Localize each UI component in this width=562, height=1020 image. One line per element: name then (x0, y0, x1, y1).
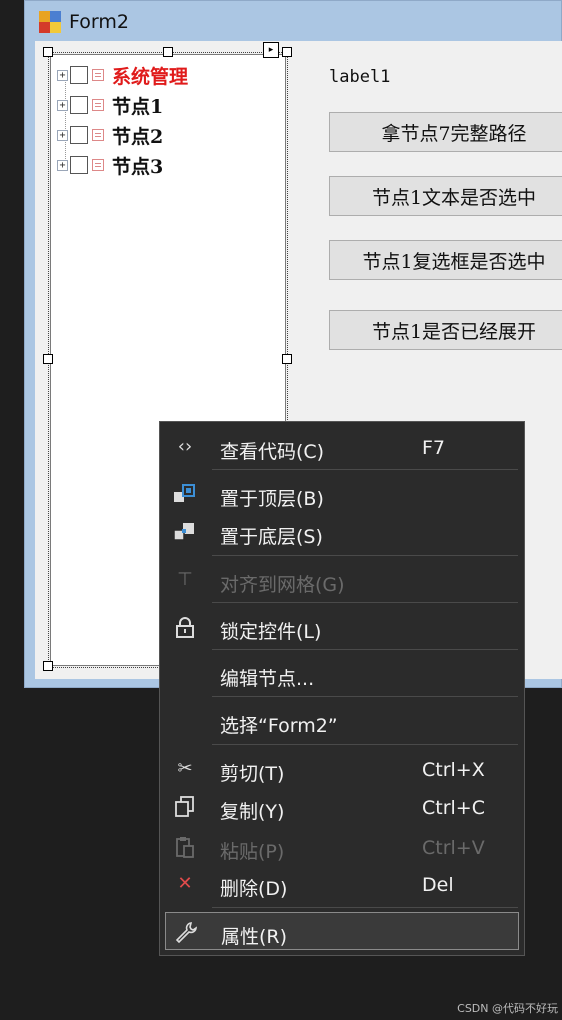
menu-item-bring-to-front[interactable]: 置于顶层(B) (160, 475, 524, 513)
resize-handle-bottom-left[interactable] (43, 661, 53, 671)
menu-item-copy[interactable]: 复制(Y) Ctrl+C (160, 788, 524, 826)
copy-icon (172, 796, 198, 818)
menu-item-shortcut: Ctrl+X (422, 759, 485, 781)
menu-separator (212, 744, 518, 745)
menu-item-shortcut: F7 (422, 437, 446, 459)
menu-item-send-to-back[interactable]: 置于底层(S) (160, 513, 524, 551)
expand-icon[interactable]: + (57, 69, 68, 81)
node-checkbox[interactable] (70, 66, 88, 84)
tree-node-label: 节点1 (112, 95, 164, 118)
resize-handle-top-right[interactable] (282, 47, 292, 57)
scissors-icon: ✂ (177, 758, 193, 779)
node1-expanded-button[interactable]: 节点1是否已经展开 (329, 310, 562, 350)
menu-item-label: 删除(D) (220, 878, 288, 900)
smart-tag-icon[interactable]: ▸ (263, 42, 279, 58)
node-document-icon (92, 69, 104, 81)
menu-item-shortcut: Ctrl+C (422, 797, 485, 819)
node-document-icon (92, 129, 104, 141)
menu-item-label: 查看代码(C) (220, 441, 325, 463)
menu-item-shortcut: Ctrl+V (422, 837, 485, 859)
menu-item-view-code[interactable]: ‹› 查看代码(C) F7 (160, 428, 524, 466)
delete-icon: ✕ (177, 873, 193, 894)
resize-handle-left[interactable] (43, 354, 53, 364)
node-checkbox[interactable] (70, 156, 88, 174)
menu-item-label: 剪切(T) (220, 763, 285, 785)
menu-separator (212, 696, 518, 697)
menu-separator (212, 555, 518, 556)
menu-item-shortcut: Del (422, 874, 454, 896)
bring-to-front-icon (172, 483, 198, 505)
node1-text-selected-button[interactable]: 节点1文本是否选中 (329, 176, 562, 216)
tree-node-label: 系统管理 (112, 65, 189, 88)
get-node7-path-button[interactable]: 拿节点7完整路径 (329, 112, 562, 152)
menu-separator (212, 602, 518, 603)
expand-icon[interactable]: + (57, 129, 68, 141)
align-to-grid-icon: ⊤ (177, 569, 193, 590)
menu-item-label: 置于顶层(B) (220, 488, 324, 510)
app-icon (39, 11, 61, 33)
menu-item-align-to-grid: ⊤ 对齐到网格(G) (160, 561, 524, 599)
menu-item-label: 置于底层(S) (220, 526, 323, 548)
resize-handle-right[interactable] (282, 354, 292, 364)
menu-item-paste: 粘贴(P) Ctrl+V (160, 828, 524, 866)
tree-node-1[interactable]: + 节点1 (57, 91, 163, 119)
menu-item-properties[interactable]: 属性(R) (165, 912, 519, 950)
tree-node-3[interactable]: + 节点3 (57, 151, 163, 179)
menu-item-cut[interactable]: ✂ 剪切(T) Ctrl+X (160, 750, 524, 788)
node1-checkbox-checked-button[interactable]: 节点1复选框是否选中 (329, 240, 562, 280)
tree-node-label: 节点2 (112, 125, 164, 148)
code-icon: ‹› (177, 436, 193, 457)
menu-separator (212, 907, 518, 908)
node-document-icon (92, 159, 104, 171)
menu-separator (212, 469, 518, 470)
menu-item-label: 选择“Form2” (220, 715, 338, 737)
expand-icon[interactable]: + (57, 99, 68, 111)
title-bar[interactable]: Form2 (25, 1, 561, 41)
menu-item-label: 锁定控件(L) (220, 621, 322, 643)
window-title: Form2 (69, 11, 129, 33)
menu-item-select-form2[interactable]: 选择“Form2” (160, 702, 524, 740)
menu-item-label: 粘贴(P) (220, 841, 285, 863)
menu-item-label: 复制(Y) (220, 801, 285, 823)
label1: label1 (329, 67, 391, 87)
tree-node-system-management[interactable]: + 系统管理 (57, 61, 188, 89)
node-document-icon (92, 99, 104, 111)
menu-item-edit-nodes[interactable]: 编辑节点... (160, 655, 524, 693)
menu-item-label: 属性(R) (221, 926, 288, 948)
menu-item-delete[interactable]: ✕ 删除(D) Del (160, 865, 524, 903)
wrench-icon (173, 921, 199, 944)
node-checkbox[interactable] (70, 126, 88, 144)
resize-handle-top[interactable] (163, 47, 173, 57)
expand-icon[interactable]: + (57, 159, 68, 171)
node-checkbox[interactable] (70, 96, 88, 114)
context-menu: ‹› 查看代码(C) F7 置于顶层(B) 置于底层(S) ⊤ 对齐到网格(G) (159, 421, 525, 956)
tree-node-2[interactable]: + 节点2 (57, 121, 163, 149)
paste-icon (172, 836, 198, 858)
tree-node-label: 节点3 (112, 155, 164, 178)
send-to-back-icon (172, 521, 198, 543)
menu-separator (212, 649, 518, 650)
menu-item-lock-controls[interactable]: 锁定控件(L) (160, 608, 524, 646)
menu-item-label: 对齐到网格(G) (220, 574, 345, 596)
resize-handle-top-left[interactable] (43, 47, 53, 57)
lock-icon (172, 616, 198, 638)
watermark: CSDN @代码不好玩 (457, 1002, 558, 1015)
menu-item-label: 编辑节点... (220, 668, 315, 690)
